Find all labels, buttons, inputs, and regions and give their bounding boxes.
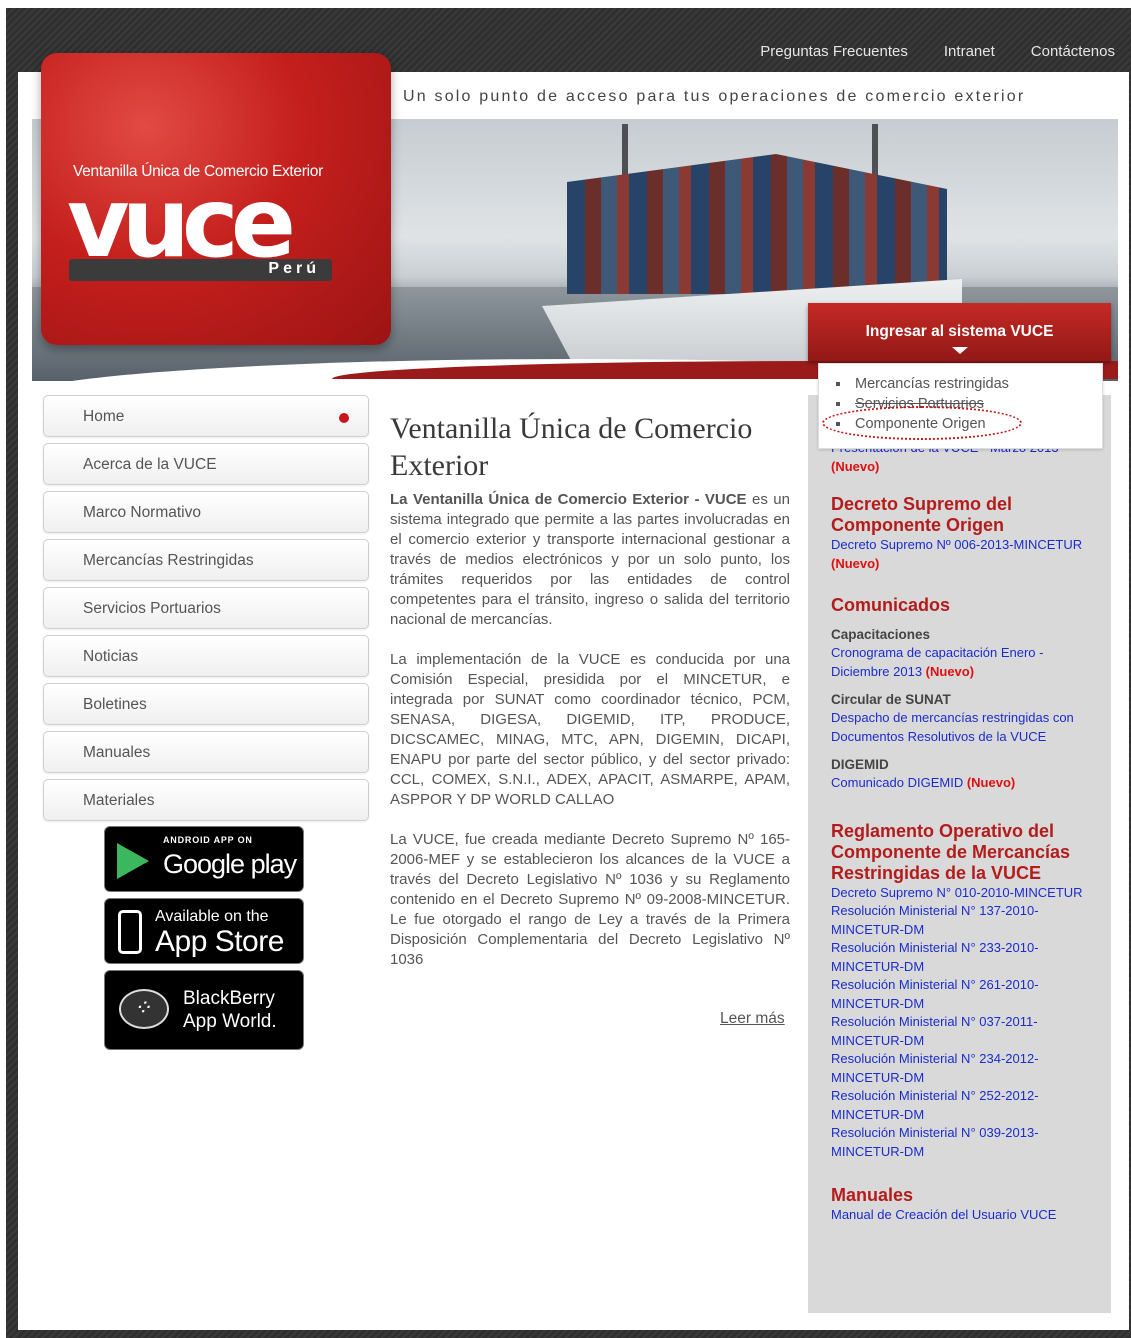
google-play-icon	[117, 843, 149, 879]
chevron-down-icon	[952, 347, 968, 354]
link-text: Decreto Supremo Nº 006-2013-MINCETUR	[831, 537, 1083, 552]
reglamento-link[interactable]: Resolución Ministerial N° 037-2011-MINCE…	[831, 1013, 1101, 1050]
menu-item-home[interactable]: Home	[43, 395, 369, 437]
menu-item-acerca[interactable]: Acerca de la VUCE	[43, 443, 369, 485]
badge-big-text: Google play	[163, 849, 297, 879]
badge-small-text: Available on the	[155, 908, 269, 925]
reglamento-link[interactable]: Resolución Ministerial N° 252-2012-MINCE…	[831, 1087, 1101, 1124]
new-badge: (Nuevo)	[925, 663, 975, 679]
sidebar-menu: Home Acerca de la VUCE Marco Normativo M…	[43, 395, 369, 827]
reglamento-link[interactable]: Resolución Ministerial N° 039-2013-MINCE…	[831, 1124, 1101, 1161]
reglamento-link[interactable]: Resolución Ministerial N° 234-2012-MINCE…	[831, 1050, 1101, 1087]
page-title: Ventanilla Única de Comercio Exterior	[390, 412, 753, 482]
ingresar-label: Ingresar al sistema VUCE	[865, 323, 1054, 340]
menu-item-boletines[interactable]: Boletines	[43, 683, 369, 725]
menu-item-label: Manuales	[83, 744, 151, 761]
reglamento-heading: Reglamento Operativo del Componente de M…	[831, 820, 1071, 883]
comunicados-heading: Comunicados	[831, 595, 951, 615]
blackberry-icon	[119, 989, 169, 1029]
manuales-heading: Manuales	[831, 1185, 914, 1205]
decreto-heading: Decreto Supremo del Componente Origen	[831, 494, 1013, 535]
logo-wordmark: VUCE	[67, 167, 296, 279]
implementation-paragraph: La implementación de la VUCE es conducid…	[390, 651, 790, 808]
iphone-icon	[118, 910, 142, 954]
intro-bold: La Ventanilla Única de Comercio Exterior…	[390, 491, 747, 508]
manual-link[interactable]: Manual de Creación del Usuario VUCE	[831, 1206, 1101, 1225]
main-content: Ventanilla Única de Comercio Exterior La…	[390, 410, 790, 970]
menu-item-label: Materiales	[83, 792, 155, 809]
intro-text: es un sistema integrado que permite a la…	[390, 491, 790, 628]
new-badge: (Nuevo)	[831, 458, 880, 474]
active-dot-icon	[339, 413, 349, 423]
menu-item-servicios[interactable]: Servicios Portuarios	[43, 587, 369, 629]
news-sidebar: Presentación de la VUCE - Marzo 2013(Nue…	[808, 395, 1111, 1313]
decreto-link[interactable]: Decreto Supremo Nº 006-2013-MINCETUR (Nu…	[831, 536, 1101, 573]
menu-item-marco[interactable]: Marco Normativo	[43, 491, 369, 533]
menu-item-manuales[interactable]: Manuales	[43, 731, 369, 773]
menu-item-label: Noticias	[83, 648, 139, 665]
capacitaciones-title: Capacitaciones	[831, 627, 931, 642]
dropdown-item-mercancias[interactable]: Mercancías restringidas	[835, 374, 1102, 394]
new-badge: (Nuevo)	[966, 775, 1016, 790]
badge-small-text: BlackBerry	[183, 988, 275, 1009]
menu-item-mercancias[interactable]: Mercancías Restringidas	[43, 539, 369, 581]
faq-link[interactable]: Preguntas Frecuentes	[760, 43, 908, 60]
intranet-link[interactable]: Intranet	[944, 43, 995, 60]
menu-item-label: Boletines	[83, 696, 147, 713]
menu-item-label: Acerca de la VUCE	[83, 456, 217, 473]
highlight-circle-annotation	[822, 406, 1022, 440]
new-badge: (Nuevo)	[831, 555, 880, 571]
google-play-badge[interactable]: ANDROID APP ON Google play	[104, 826, 304, 892]
menu-item-label: Marco Normativo	[83, 504, 201, 521]
creation-paragraph: La VUCE, fue creada mediante Decreto Sup…	[390, 831, 790, 968]
logo-country: Perú	[268, 260, 320, 277]
badge-small-text: ANDROID APP ON	[163, 835, 253, 845]
reglamento-link[interactable]: Resolución Ministerial N° 137-2010-MINCE…	[831, 902, 1101, 939]
vuce-logo[interactable]: Ventanilla Única de Comercio Exterior VU…	[41, 53, 391, 345]
capacitaciones-link[interactable]: Cronograma de capacitación Enero - Dicie…	[831, 644, 1101, 681]
menu-item-materiales[interactable]: Materiales	[43, 779, 369, 821]
tagline: Un solo punto de acceso para tus operaci…	[403, 88, 1026, 105]
read-more-link[interactable]: Leer más	[720, 1010, 785, 1028]
sunat-link[interactable]: Despacho de mercancías restringidas con …	[831, 709, 1101, 746]
reglamento-link[interactable]: Resolución Ministerial N° 233-2010-MINCE…	[831, 939, 1101, 976]
menu-item-label: Mercancías Restringidas	[83, 552, 254, 569]
reglamento-link[interactable]: Decreto Supremo N° 010-2010-MINCETUR	[831, 884, 1101, 903]
ingresar-vuce-button[interactable]: Ingresar al sistema VUCE	[808, 303, 1111, 361]
top-navigation: Preguntas Frecuentes Intranet Contácteno…	[760, 43, 1115, 60]
menu-item-label: Servicios Portuarios	[83, 600, 221, 617]
sunat-title: Circular de SUNAT	[831, 692, 951, 707]
logo-country-bar: Perú	[69, 259, 332, 281]
menu-item-noticias[interactable]: Noticias	[43, 635, 369, 677]
cargo-containers	[567, 154, 947, 294]
blackberry-badge[interactable]: BlackBerry App World.	[104, 970, 304, 1050]
badge-big-text: App World.	[183, 1011, 277, 1032]
digemid-link[interactable]: Comunicado DIGEMID (Nuevo)	[831, 774, 1101, 793]
intro-paragraph: La Ventanilla Única de Comercio Exterior…	[390, 490, 790, 630]
menu-item-label: Home	[83, 408, 125, 425]
digemid-title: DIGEMID	[831, 757, 889, 772]
reglamento-link[interactable]: Resolución Ministerial N° 261-2010-MINCE…	[831, 976, 1101, 1013]
link-text: Comunicado DIGEMID	[831, 775, 964, 790]
app-store-badge[interactable]: Available on the App Store	[104, 898, 304, 964]
badge-big-text: App Store	[155, 925, 284, 958]
contact-link[interactable]: Contáctenos	[1031, 43, 1115, 60]
